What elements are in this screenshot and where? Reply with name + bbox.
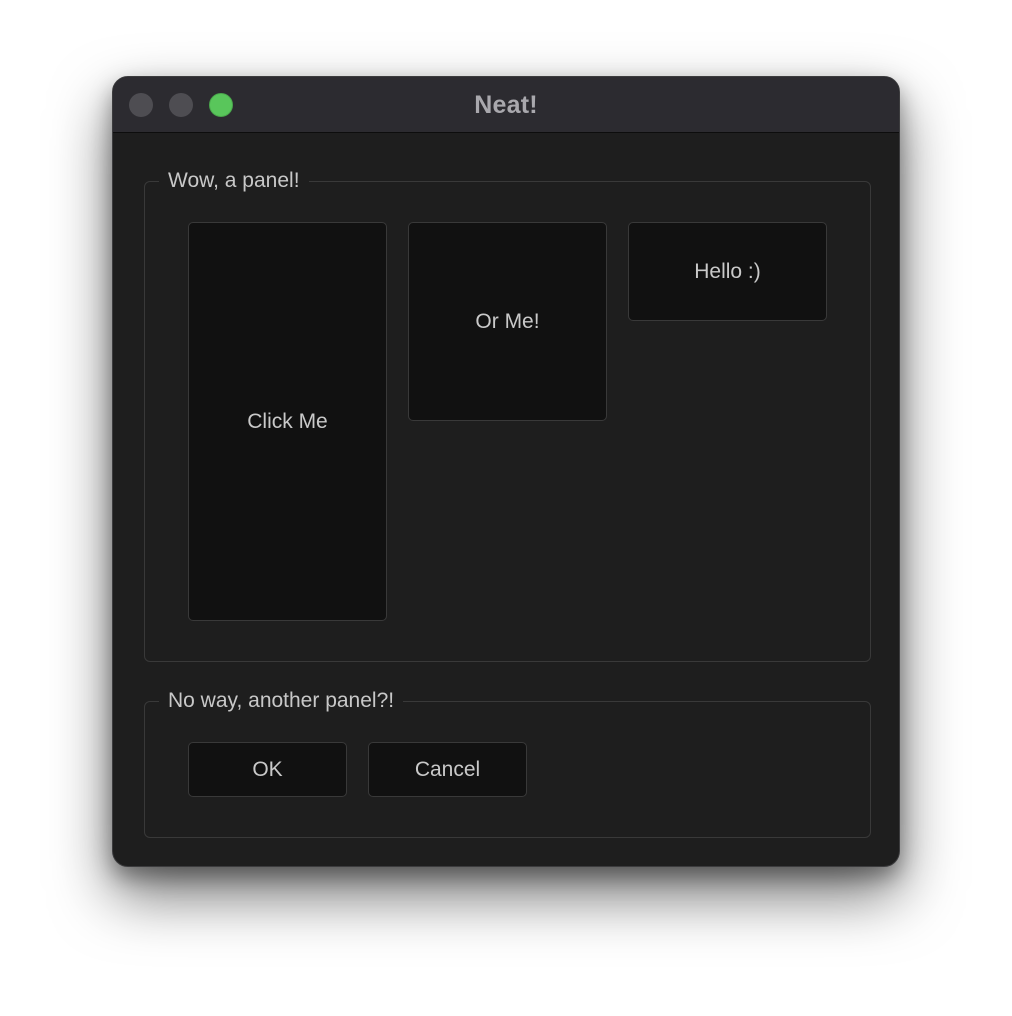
title-bar[interactable]: Neat! bbox=[113, 77, 899, 133]
or-me-button[interactable]: Or Me! bbox=[408, 222, 607, 421]
panel-wow-legend: Wow, a panel! bbox=[168, 169, 300, 192]
panel-another: No way, another panel?! OK Cancel bbox=[144, 689, 871, 838]
ok-button[interactable]: OK bbox=[188, 742, 347, 797]
window-title: Neat! bbox=[474, 91, 538, 119]
app-window: Neat! Wow, a panel! Click Me Or Me! Hell… bbox=[112, 76, 900, 867]
hello-button[interactable]: Hello :) bbox=[628, 222, 827, 321]
panel-wow: Wow, a panel! Click Me Or Me! Hello :) bbox=[144, 169, 871, 662]
panel-another-legend: No way, another panel?! bbox=[168, 689, 395, 712]
click-me-button[interactable]: Click Me bbox=[188, 222, 387, 621]
cancel-button[interactable]: Cancel bbox=[368, 742, 527, 797]
